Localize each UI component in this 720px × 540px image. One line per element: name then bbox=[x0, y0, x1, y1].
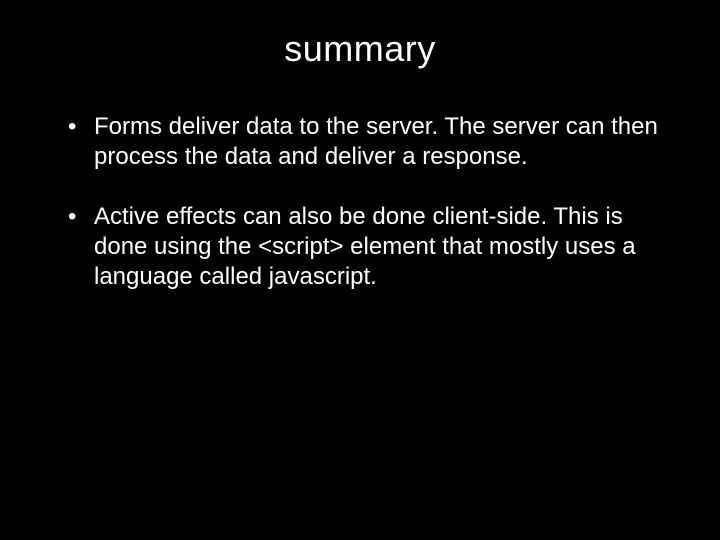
slide: summary Forms deliver data to the server… bbox=[0, 0, 720, 540]
bullet-list: Forms deliver data to the server. The se… bbox=[40, 112, 680, 292]
list-item: Forms deliver data to the server. The se… bbox=[68, 112, 680, 172]
slide-title: summary bbox=[40, 28, 680, 70]
list-item: Active effects can also be done client-s… bbox=[68, 202, 680, 292]
